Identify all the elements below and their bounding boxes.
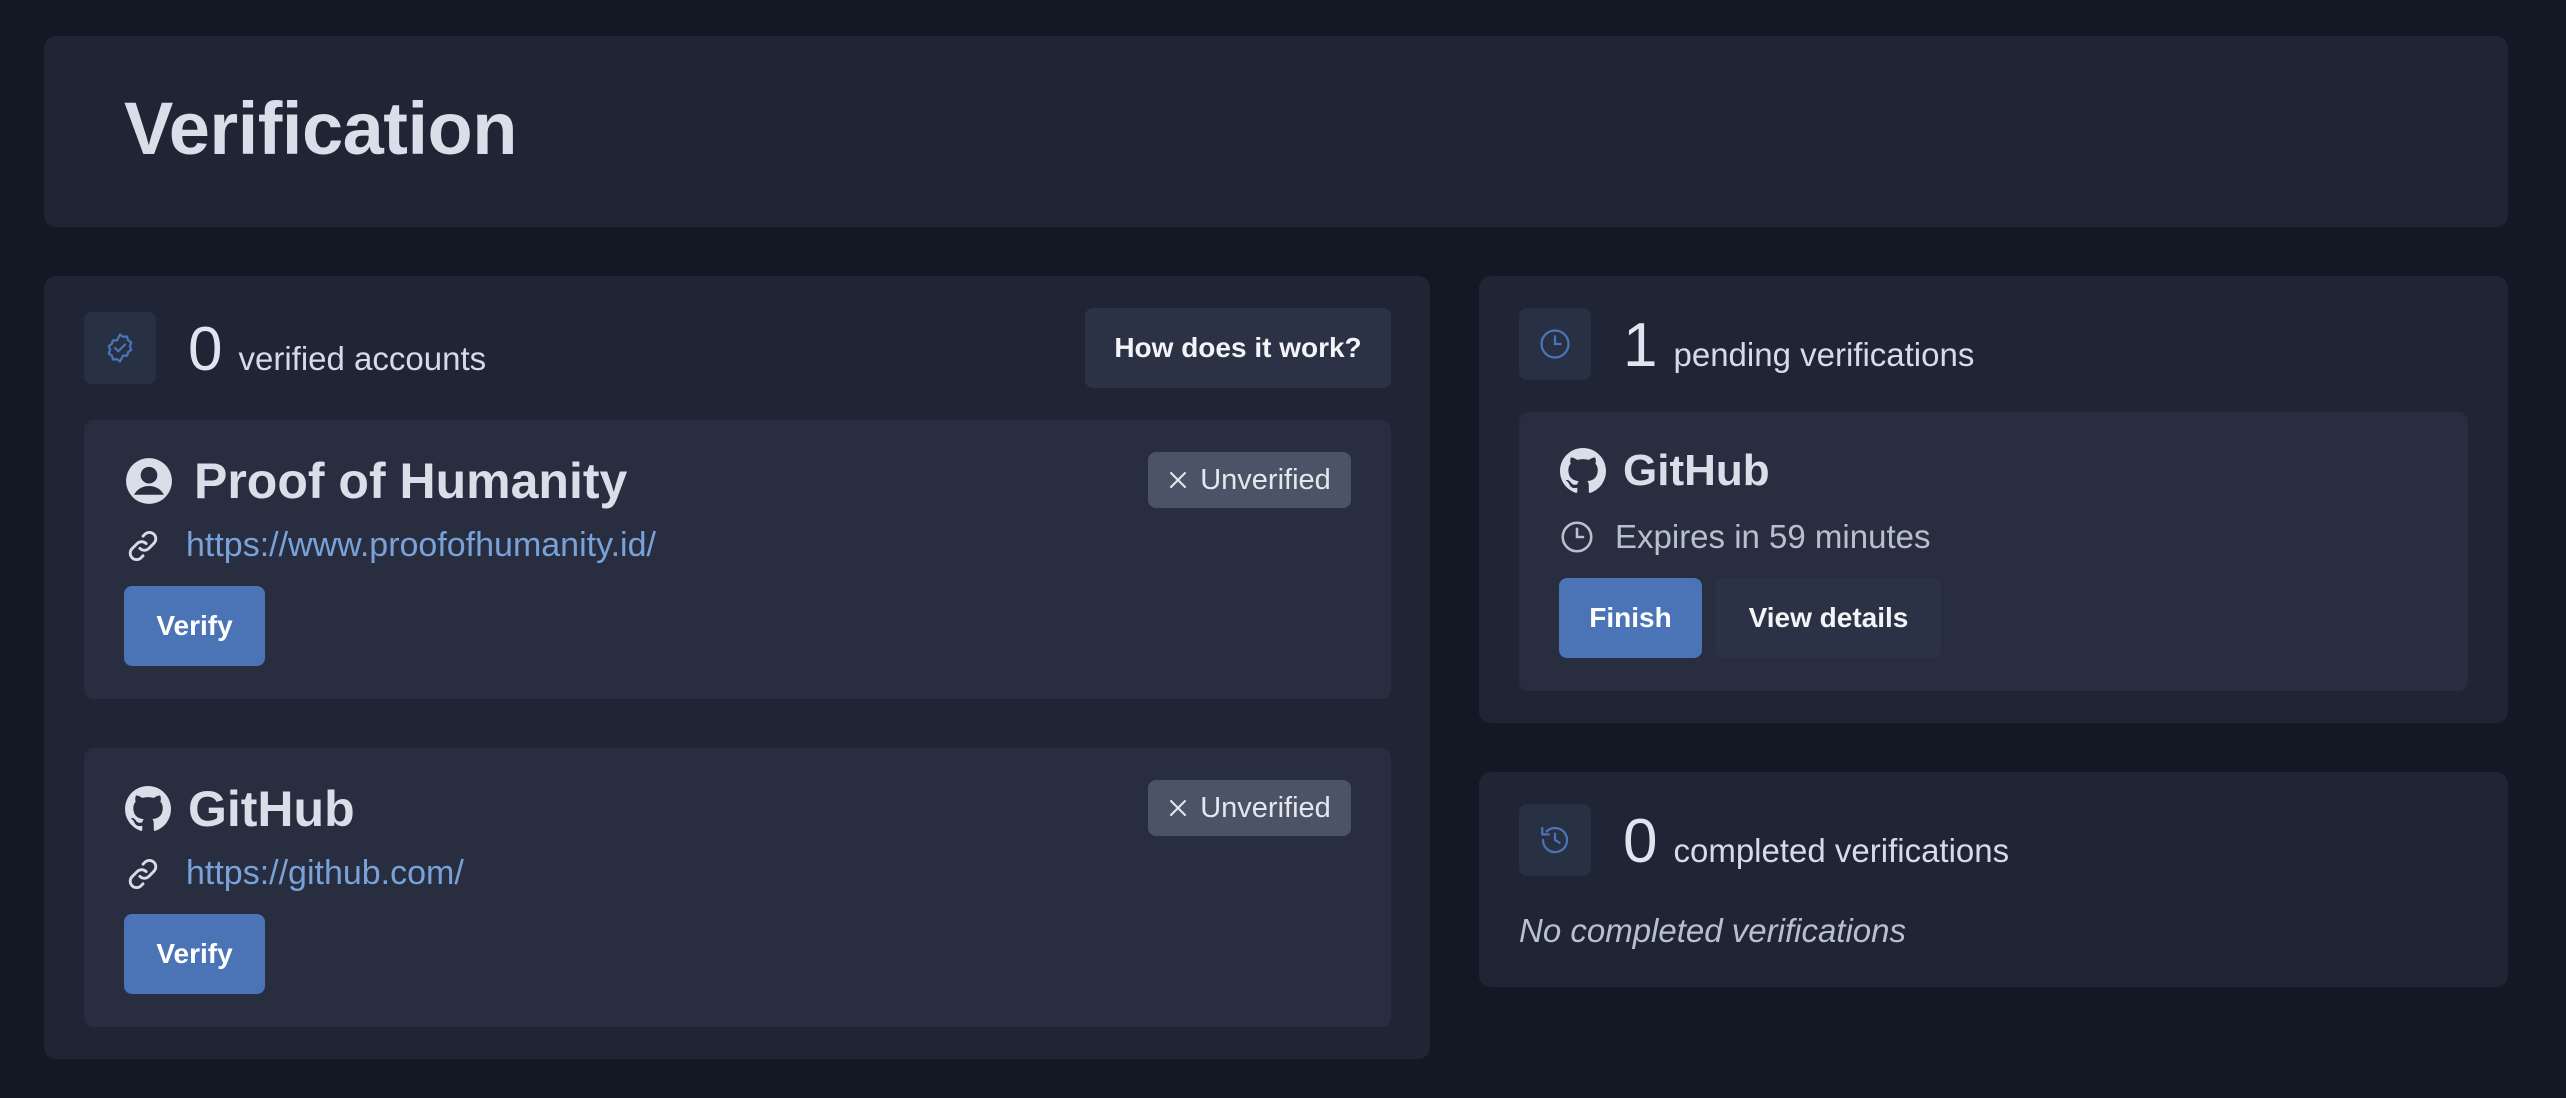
pending-item-title: GitHub	[1559, 446, 1770, 496]
verify-button[interactable]: Verify	[124, 914, 265, 994]
finish-button[interactable]: Finish	[1559, 578, 1702, 658]
clock-icon	[1519, 308, 1591, 380]
expires-text: Expires in 59 minutes	[1615, 518, 1931, 555]
verify-button[interactable]: Verify	[124, 586, 265, 666]
close-icon	[1170, 472, 1187, 488]
verified-badge-icon	[84, 312, 156, 384]
expires-row: Expires in 59 minutes	[1559, 518, 1930, 556]
github-icon	[1560, 448, 1607, 493]
provider-card-github: GitHub Unverified https://github.com/ Ve…	[84, 748, 1391, 1027]
close-icon	[1170, 800, 1187, 816]
github-icon	[125, 786, 172, 831]
how-does-it-work-button[interactable]: How does it work?	[1085, 308, 1391, 388]
status-badge: Unverified	[1148, 780, 1351, 836]
view-details-button[interactable]: View details	[1716, 578, 1941, 658]
status-badge-label: Unverified	[1200, 463, 1331, 496]
provider-name: GitHub	[188, 781, 355, 837]
provider-url-link[interactable]: https://github.com/	[186, 854, 464, 893]
pending-count-number: 1	[1623, 311, 1658, 380]
provider-url-link[interactable]: https://www.proofofhumanity.id/	[186, 526, 656, 565]
page-title: Verification	[124, 87, 517, 170]
provider-title: Proof of Humanity	[124, 452, 627, 510]
completed-count: 0 completed verifications	[1623, 806, 2009, 877]
verified-accounts-panel: 0 verified accounts How does it work? Pr…	[44, 276, 1430, 1059]
user-circle-icon	[126, 458, 172, 504]
completed-verifications-panel: 0 completed verifications No completed v…	[1479, 772, 2508, 987]
verified-count-number: 0	[188, 315, 223, 384]
provider-card-proof-of-humanity: Proof of Humanity Unverified https://www…	[84, 420, 1391, 699]
pending-item-name: GitHub	[1623, 446, 1770, 495]
link-icon	[128, 858, 158, 889]
empty-state-text: No completed verifications	[1519, 912, 1907, 949]
pending-count: 1 pending verifications	[1623, 310, 1974, 381]
provider-name: Proof of Humanity	[194, 453, 628, 509]
clock-icon	[1561, 521, 1593, 553]
history-icon	[1519, 804, 1591, 876]
provider-link-row: https://github.com/	[124, 854, 464, 893]
page-header: Verification	[44, 36, 2508, 227]
completed-count-label: completed verifications	[1673, 832, 2010, 869]
completed-count-number: 0	[1623, 807, 1658, 876]
verified-count-label: verified accounts	[238, 340, 487, 377]
status-badge: Unverified	[1148, 452, 1351, 508]
provider-title: GitHub	[124, 780, 355, 838]
link-icon	[128, 530, 158, 561]
pending-count-label: pending verifications	[1673, 336, 1975, 373]
provider-link-row: https://www.proofofhumanity.id/	[124, 526, 656, 565]
verified-count: 0 verified accounts	[188, 314, 486, 385]
pending-item-card: GitHub Expires in 59 minutes Finish View…	[1519, 412, 2468, 691]
status-badge-label: Unverified	[1200, 791, 1331, 824]
pending-verifications-panel: 1 pending verifications GitHub Expires i…	[1479, 276, 2508, 723]
